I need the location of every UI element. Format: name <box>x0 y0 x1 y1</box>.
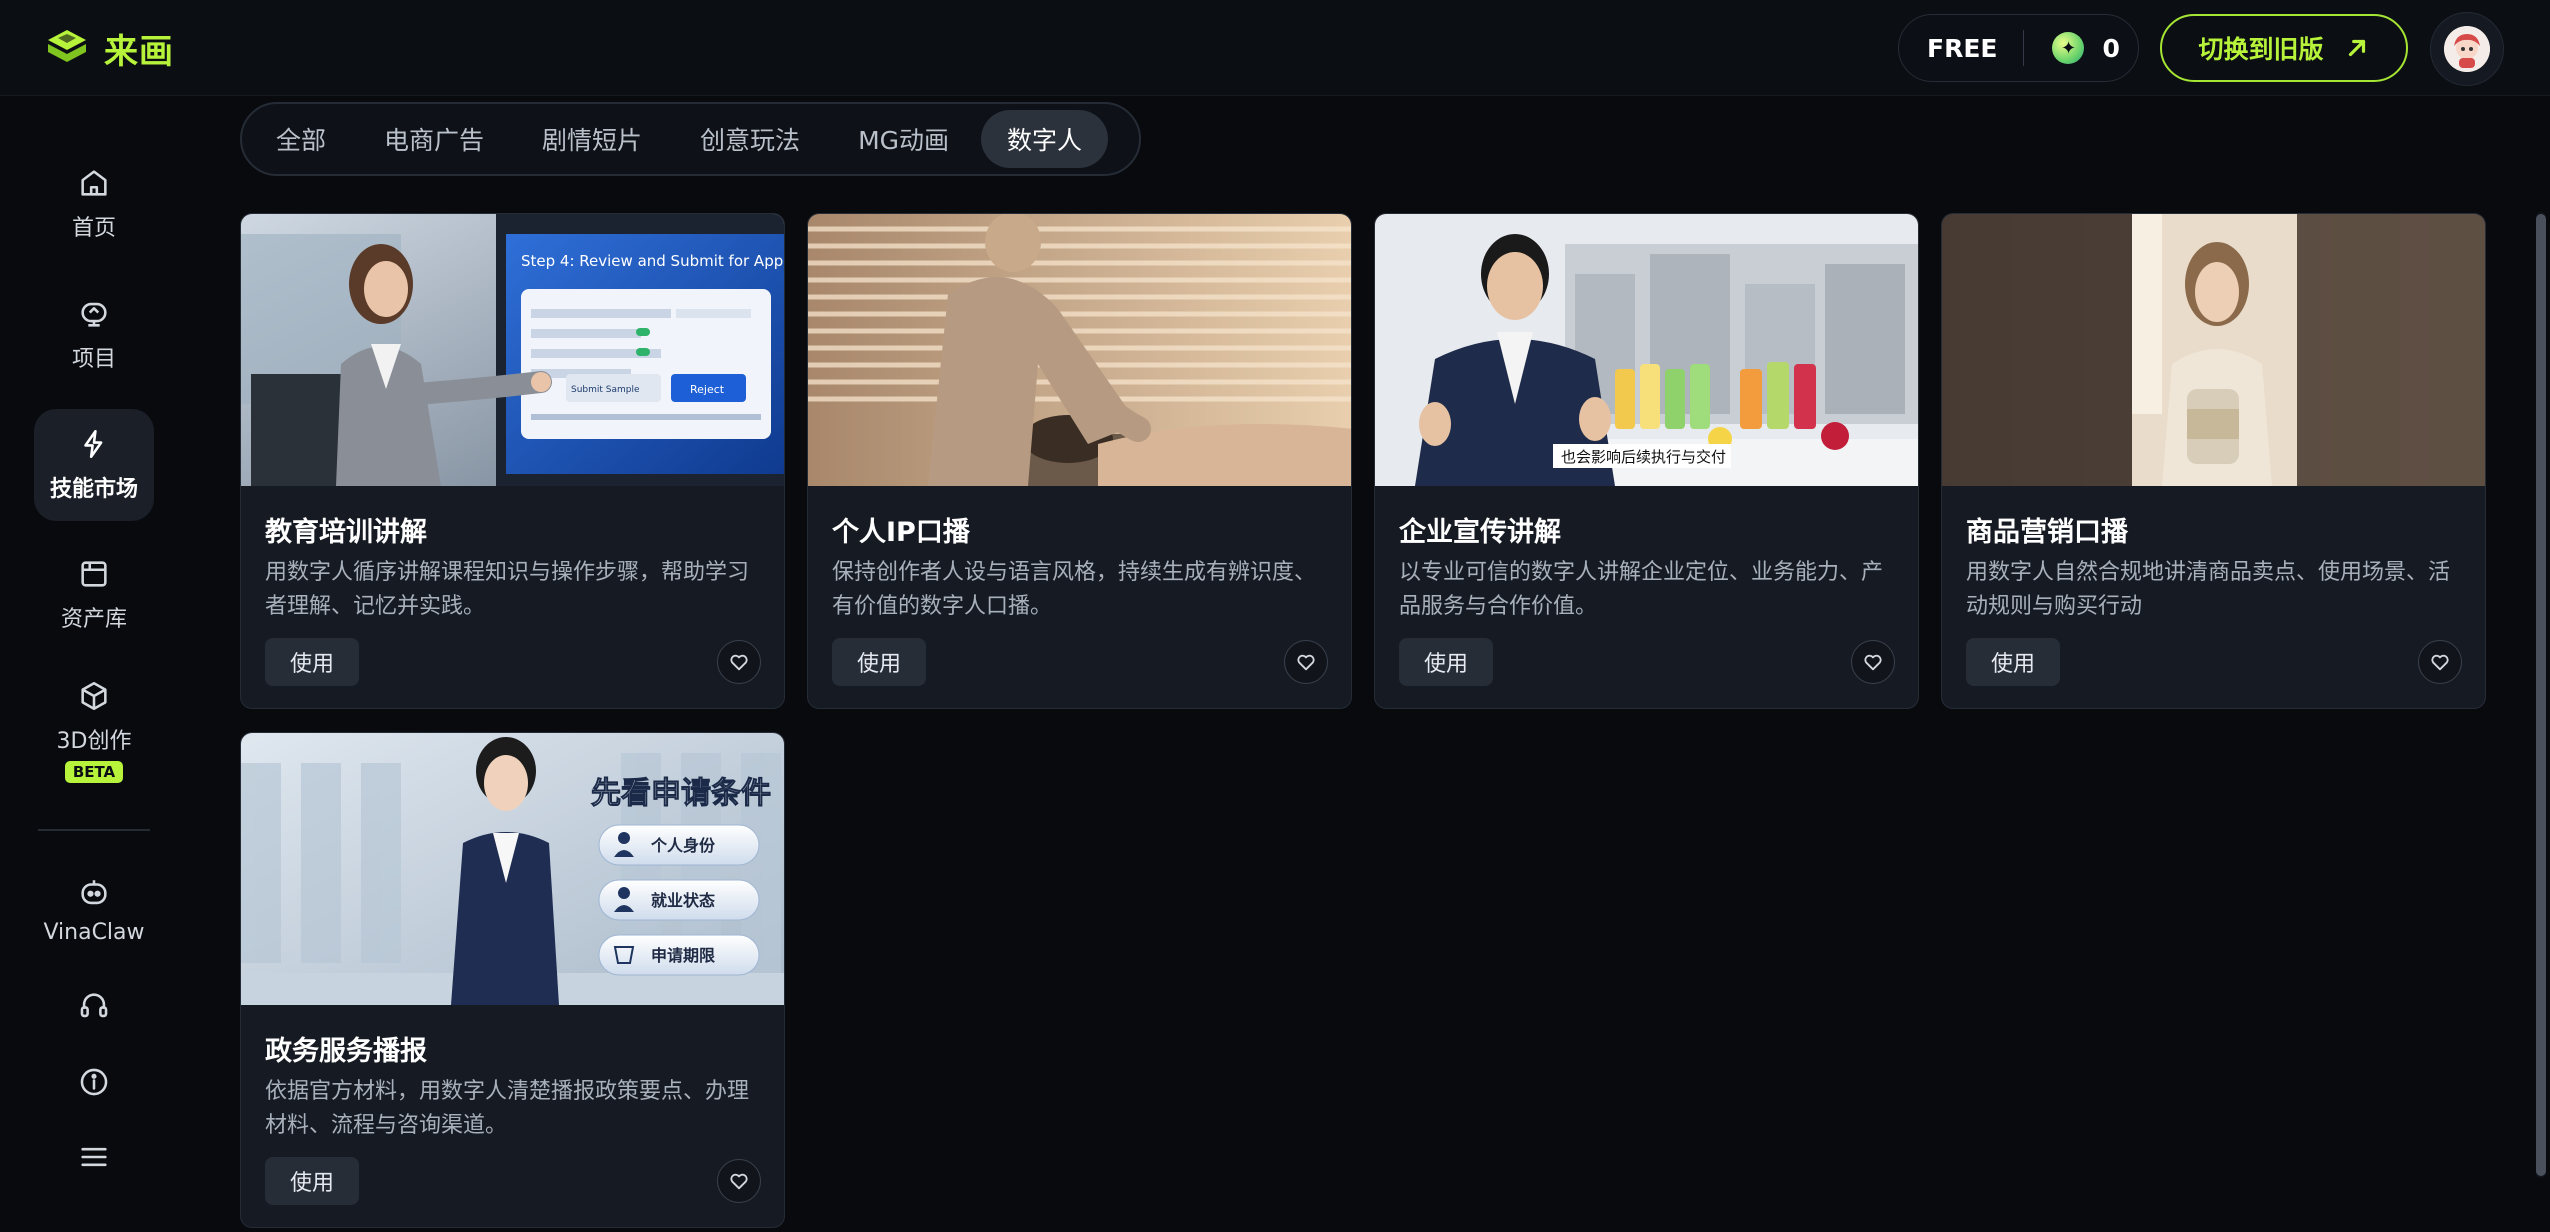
card-thumbnail: Step 4: Review and Submit for Approval R… <box>241 214 785 486</box>
card-title: 个人IP口播 <box>832 517 970 548</box>
sidebar-item-label: 项目 <box>71 347 116 372</box>
skill-card[interactable]: 商品营销口播 用数字人自然合规地讲清商品卖点、使用场景、活动规则与购买行动 使用 <box>1941 213 2486 709</box>
headset-icon[interactable] <box>74 986 114 1026</box>
asset-library-icon <box>81 561 107 587</box>
avatar[interactable] <box>2430 12 2504 86</box>
sidebar-item-3d-creation[interactable]: 3D创作 BETA <box>34 671 154 791</box>
credit-pill[interactable]: FREE ✦ 0 <box>1898 14 2139 82</box>
tab-ecommerce-ads[interactable]: 电商广告 <box>358 110 510 168</box>
card-description: 用数字人循序讲解课程知识与操作步骤，帮助学习者理解、记忆并实践。 <box>265 560 750 619</box>
sidebar-item-vinaclaw[interactable]: VinaClaw <box>34 854 154 966</box>
heart-icon <box>1297 654 1315 671</box>
menu-icon[interactable] <box>74 1137 114 1177</box>
card-thumbnail: 先看申请条件 个人身份 就业状态 申请期限 <box>241 733 784 1005</box>
card-thumbnail: 也会影响后续执行与交付 <box>1375 214 1918 486</box>
logo-text: 来画 <box>104 32 174 72</box>
pill-divider <box>2023 30 2025 66</box>
skill-card[interactable]: 也会影响后续执行与交付 企业宣传讲解 以专业可信的数字人讲解企业定位、业务能力、… <box>1374 213 1919 709</box>
app-root: 来画 FREE ✦ 0 切换到旧版 首页 项目 技能市场 资产库 3D创作 BE… <box>0 0 2550 1232</box>
sidebar-item-label: 首页 <box>71 216 116 241</box>
sidebar-item-skill-market[interactable]: 技能市场 <box>34 409 154 521</box>
credit-count: 0 <box>2102 33 2120 63</box>
sidebar-item-label: VinaClaw <box>43 919 145 945</box>
thumb-heading: 先看申请条件 <box>591 776 771 811</box>
cube-icon <box>81 681 107 711</box>
arrow-up-right-icon <box>2348 39 2365 57</box>
card-title: 商品营销口播 <box>1966 517 2128 548</box>
card-description: 保持创作者人设与语言风格，持续生成有辨识度、有价值的数字人口播。 <box>832 560 1317 619</box>
thumb-item: 申请期限 <box>651 946 716 965</box>
favorite-button[interactable] <box>717 640 761 684</box>
robot-icon <box>81 879 107 904</box>
card-thumbnail <box>808 214 1351 486</box>
skill-card[interactable]: 先看申请条件 个人身份 就业状态 申请期限 政务服务播报 依据官方材料，用数字人… <box>240 732 785 1228</box>
thumb-screen-title: Step 4: Review and Submit for Approval <box>521 252 785 270</box>
info-icon[interactable] <box>74 1062 114 1102</box>
card-description: 以专业可信的数字人讲解企业定位、业务能力、产品服务与合作价值。 <box>1399 560 1884 619</box>
thumb-reject-label: Reject <box>690 383 725 396</box>
card-title: 企业宣传讲解 <box>1399 517 1561 548</box>
card-description: 用数字人自然合规地讲清商品卖点、使用场景、活动规则与购买行动 <box>1966 560 2451 619</box>
card-description: 依据官方材料，用数字人清楚播报政策要点、办理材料、流程与咨询渠道。 <box>265 1079 750 1138</box>
heart-icon <box>1864 654 1882 671</box>
tab-digital-human[interactable]: 数字人 <box>981 110 1109 168</box>
use-button[interactable]: 使用 <box>832 638 926 686</box>
card-title: 教育培训讲解 <box>265 517 427 548</box>
avatar-image <box>2444 26 2490 72</box>
use-button[interactable]: 使用 <box>265 1157 359 1205</box>
switch-old-version-button[interactable]: 切换到旧版 <box>2160 14 2408 82</box>
skill-card[interactable]: Step 4: Review and Submit for Approval R… <box>240 213 785 709</box>
heart-icon <box>730 1173 748 1190</box>
logo-icon <box>48 29 86 62</box>
scrollbar-thumb[interactable] <box>2536 214 2546 1176</box>
heart-icon <box>2431 654 2449 671</box>
sidebar: 首页 项目 技能市场 资产库 3D创作 BETA VinaClaw <box>0 96 188 1232</box>
card-thumbnail <box>1942 214 2485 486</box>
thumb-submit-label: Submit Sample <box>571 385 640 395</box>
thumb-caption: 也会影响后续执行与交付 <box>1561 448 1726 466</box>
switch-label: 切换到旧版 <box>2198 35 2324 64</box>
sidebar-item-asset-library[interactable]: 资产库 <box>34 539 154 651</box>
beta-badge: BETA <box>64 761 124 783</box>
use-button[interactable]: 使用 <box>1966 638 2060 686</box>
use-button[interactable]: 使用 <box>1399 638 1493 686</box>
tab-mg-animation[interactable]: MG动画 <box>832 110 975 168</box>
sparkle-coin-icon: ✦ <box>2052 32 2085 64</box>
favorite-button[interactable] <box>1284 640 1328 684</box>
sidebar-item-home[interactable]: 首页 <box>34 148 154 260</box>
plan-label: FREE <box>1927 33 1998 63</box>
favorite-button[interactable] <box>1851 640 1895 684</box>
thumb-item: 就业状态 <box>651 891 715 910</box>
sidebar-divider <box>38 829 150 831</box>
top-bar: 来画 FREE ✦ 0 切换到旧版 <box>0 0 2550 96</box>
sidebar-item-projects[interactable]: 项目 <box>34 279 154 391</box>
card-title: 政务服务播报 <box>265 1036 427 1067</box>
tab-creative[interactable]: 创意玩法 <box>674 110 826 168</box>
use-button[interactable]: 使用 <box>265 638 359 686</box>
lightning-icon <box>84 429 103 459</box>
heart-icon <box>730 654 748 671</box>
tab-short-drama[interactable]: 剧情短片 <box>516 110 668 168</box>
favorite-button[interactable] <box>717 1159 761 1203</box>
favorite-button[interactable] <box>2418 640 2462 684</box>
thumb-item: 个人身份 <box>650 836 716 855</box>
sidebar-item-label: 资产库 <box>60 607 127 632</box>
sidebar-item-label: 技能市场 <box>49 477 138 502</box>
skill-card[interactable]: 个人IP口播 保持创作者人设与语言风格，持续生成有辨识度、有价值的数字人口播。 … <box>807 213 1352 709</box>
project-icon <box>81 302 107 327</box>
tab-all[interactable]: 全部 <box>250 110 352 168</box>
category-tabs: 全部 电商广告 剧情短片 创意玩法 MG动画 数字人 <box>240 102 1141 176</box>
home-icon <box>81 170 107 196</box>
logo[interactable]: 来画 <box>44 24 174 73</box>
sidebar-item-label: 3D创作 <box>56 729 132 754</box>
